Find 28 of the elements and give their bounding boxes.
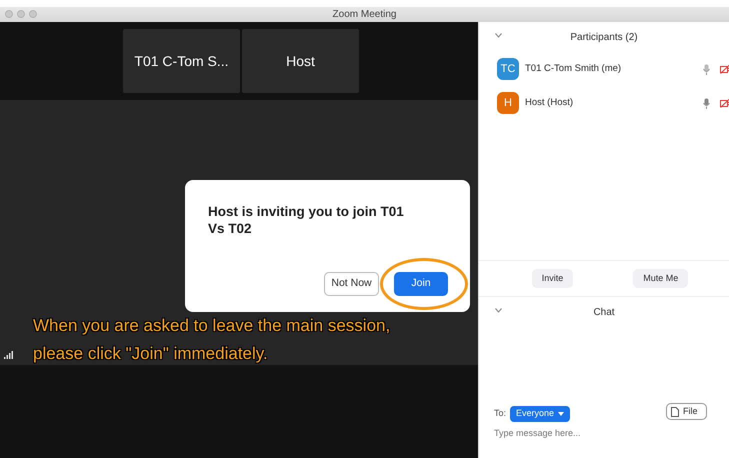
microphone-icon[interactable]	[703, 98, 710, 108]
video-tile: T01 C-Tom S...	[123, 29, 240, 93]
mute-me-button[interactable]: Mute Me	[633, 268, 688, 288]
recipient-dropdown[interactable]: Everyone	[510, 406, 570, 422]
collapse-icon[interactable]	[495, 308, 502, 313]
avatar: TC	[497, 58, 519, 80]
file-button[interactable]: File	[666, 403, 707, 420]
video-off-icon[interactable]	[720, 98, 729, 108]
panel-title: Chat	[593, 306, 615, 320]
invite-button[interactable]: Invite	[532, 268, 574, 288]
signal-icon	[4, 351, 13, 359]
window-title: Zoom Meeting	[332, 9, 396, 20]
caption-text: When you are asked to leave the main session,	[33, 315, 390, 336]
avatar: H	[497, 92, 519, 114]
participant-name: Host (Host)	[525, 96, 574, 110]
collapse-icon[interactable]	[495, 33, 502, 38]
to-label: To:	[494, 407, 506, 420]
dialog-message: Host is inviting you to join T01 Vs T02	[208, 203, 405, 237]
participant-name: T01 C-Tom Smith (me)	[525, 62, 622, 76]
join-button[interactable]: Join	[394, 272, 448, 296]
file-icon	[671, 406, 679, 416]
caption-text: please click "Join" immediately.	[33, 343, 269, 364]
video-off-icon[interactable]	[720, 64, 729, 74]
panel-title: Participants (2)	[570, 30, 638, 44]
not-now-button[interactable]: Not Now	[324, 272, 379, 296]
caret-icon	[558, 412, 564, 416]
video-tile: Host	[242, 29, 359, 93]
microphone-icon[interactable]	[703, 64, 710, 74]
